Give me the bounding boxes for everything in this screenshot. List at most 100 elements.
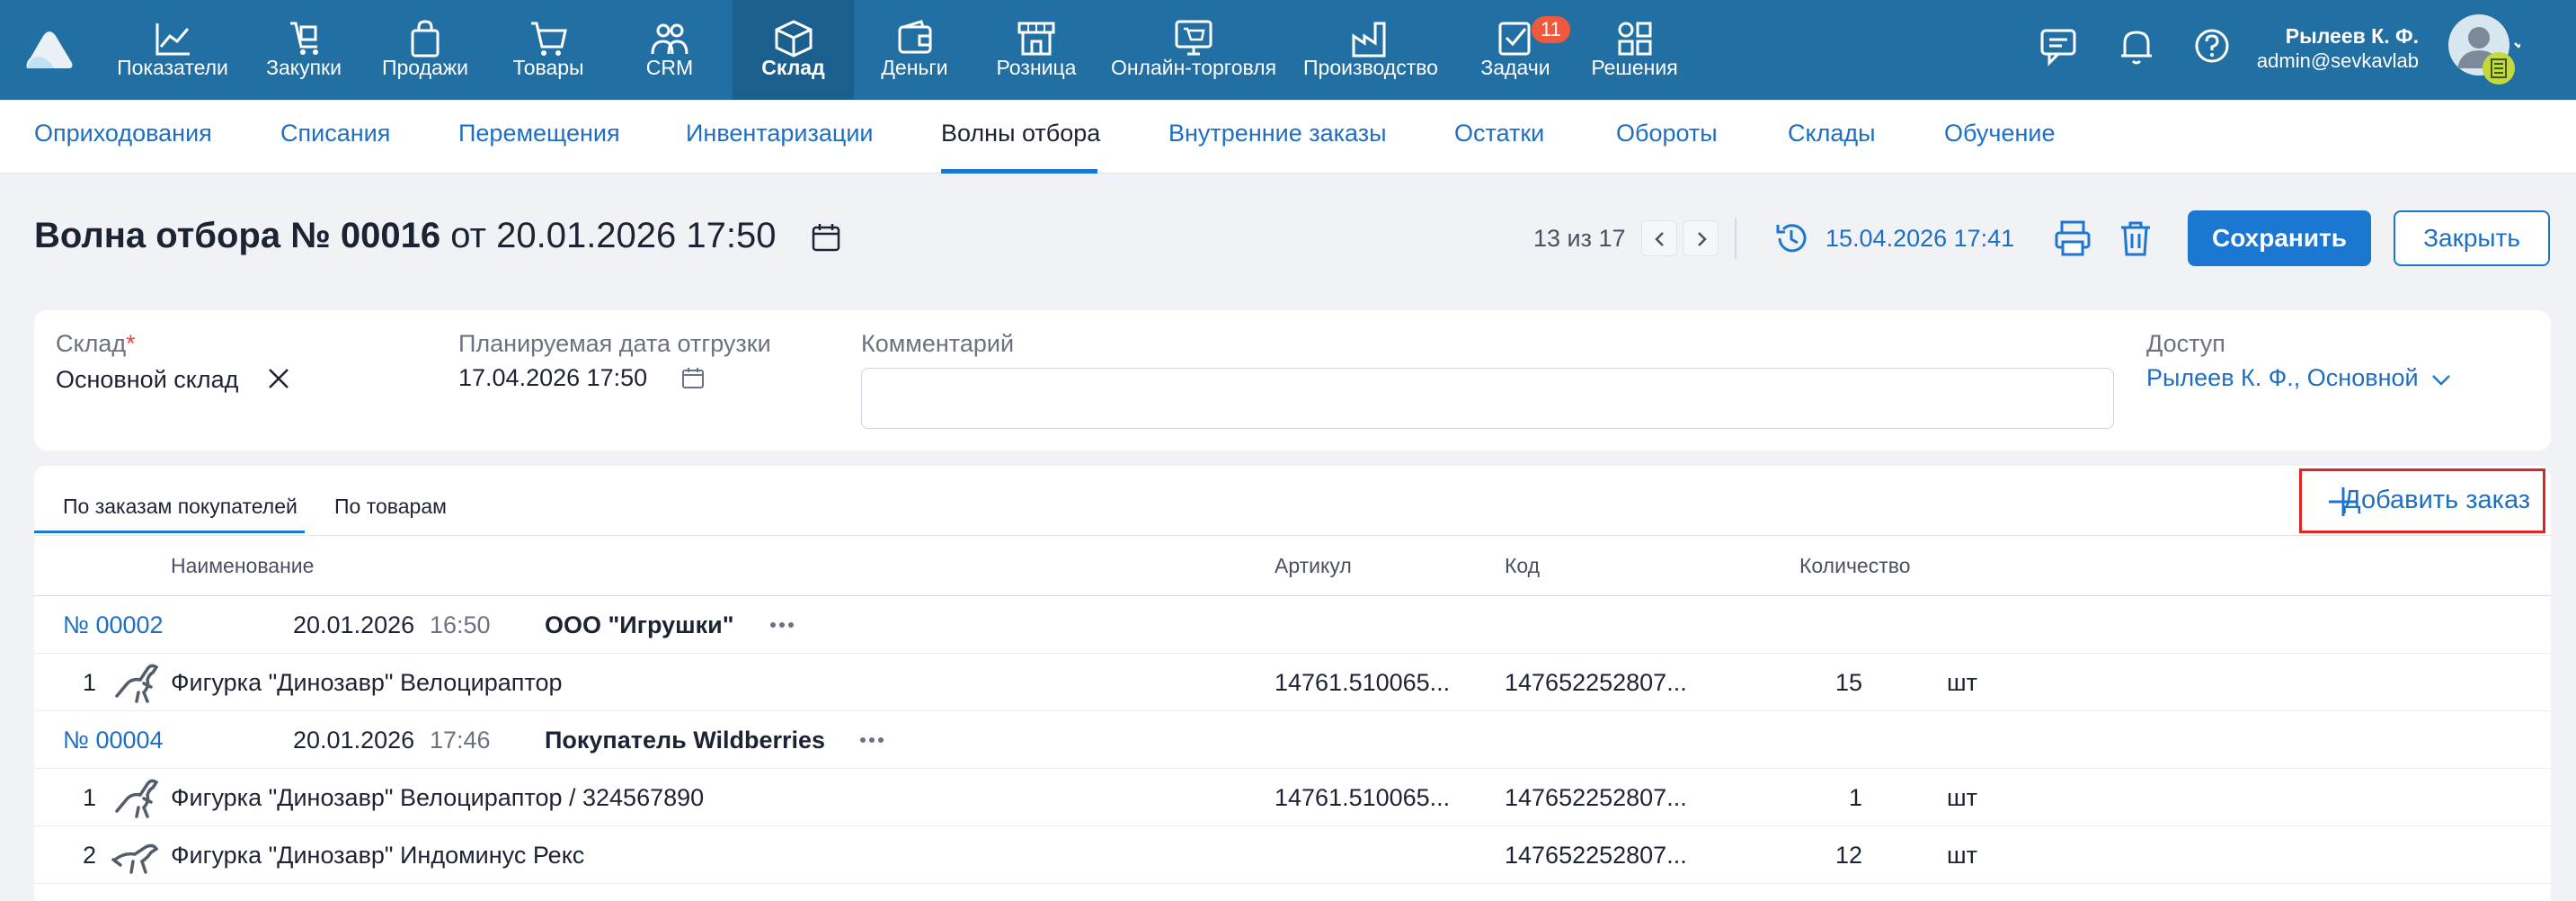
calendar-icon[interactable] [811,222,841,253]
title-from: от [450,216,486,255]
table-row[interactable]: 2 Фигурка "Динозавр" Индоминус Рекс 1476… [34,826,2551,884]
nav-label: Склад [761,56,825,79]
prev-document-button[interactable] [1641,220,1677,256]
ship-date-label: Планируемая дата отгрузки [458,330,771,357]
product-quantity[interactable]: 1 [1796,784,1862,812]
column-header-name[interactable]: Наименование [171,554,314,578]
nav-production[interactable]: Производство [1294,0,1447,100]
clear-icon[interactable] [266,366,291,391]
product-thumbnail [115,779,159,818]
product-name: Фигурка "Динозавр" Индоминус Рекс [171,842,585,869]
nav-solutions[interactable]: Решения [1578,0,1691,100]
chevron-down-icon [2432,374,2450,386]
product-code: 147652252807... [1505,784,1687,811]
nav-crm[interactable]: CRM [617,0,723,100]
required-mark: * [126,330,136,357]
save-button[interactable]: Сохранить [2188,210,2371,266]
product-thumbnail [115,664,159,703]
chevron-right-icon [1698,232,1707,246]
tab-warehouses[interactable]: Склады [1788,120,1876,147]
nav-online-trade[interactable]: Онлайн-торговля [1104,0,1284,100]
nav-label: Задачи [1480,56,1550,79]
nav-tasks[interactable]: Задачи 11 [1461,0,1570,100]
access-select[interactable]: Рылеев К. Ф., Основной [2146,364,2452,392]
more-icon[interactable] [769,620,795,630]
bell-icon[interactable] [2116,25,2157,67]
chart-icon [155,23,190,56]
comment-input[interactable] [861,368,2114,429]
tab-internal-orders[interactable]: Внутренние заказы [1168,120,1387,147]
nav-retail[interactable]: Розница [980,0,1093,100]
nav-label: Розница [996,56,1077,79]
tab-writeoffs[interactable]: Списания [280,120,390,147]
more-icon[interactable] [859,735,884,745]
product-unit: шт [1947,669,1978,696]
divider [1735,218,1737,259]
nav-label: Решения [1591,56,1678,79]
nav-label: Онлайн-торговля [1110,56,1277,79]
table-row[interactable]: 1 Фигурка "Динозавр" Велоцираптор / 3245… [34,769,2551,826]
tab-inventories[interactable]: Инвентаризации [686,120,874,147]
nav-purchases[interactable]: Закупки [252,0,356,100]
tab-transfers[interactable]: Перемещения [458,120,620,147]
tab-stock[interactable]: Остатки [1454,120,1544,147]
add-order-label[interactable]: Добавить заказ [2343,486,2530,515]
order-number-link[interactable]: № 00002 [63,611,164,639]
order-number-link[interactable]: № 00004 [63,727,164,754]
apps-icon [1618,22,1651,56]
warehouse-select[interactable]: Основной склад [56,366,238,394]
ship-date-field[interactable]: 17.04.2026 17:50 [458,364,647,392]
wallet-icon [898,20,931,54]
nav-label: CRM [645,56,694,79]
user-email: admin@sevkavlab [2256,49,2419,72]
trash-icon[interactable] [2118,219,2154,258]
row-index: 1 [83,669,97,696]
order-time: 16:50 [430,611,491,638]
product-article: 14761.510065... [1275,784,1451,811]
product-thumbnail [111,843,159,874]
tasks-count-badge: 11 [1532,16,1570,43]
close-button[interactable]: Закрыть [2394,210,2550,266]
chat-icon[interactable] [2039,25,2080,67]
app-logo-icon[interactable] [23,27,76,72]
tab-turnover[interactable]: Обороты [1616,120,1718,147]
column-header-code[interactable]: Код [1505,554,1540,578]
product-name: Фигурка "Динозавр" Велоцираптор / 324567… [171,784,705,811]
next-document-button[interactable] [1683,220,1719,256]
avatar[interactable] [2445,13,2520,88]
top-navigation-bar: Показатели Закупки Продажи Товары CRM Ск… [0,0,2576,100]
product-quantity[interactable]: 12 [1796,842,1862,870]
tab-by-goods[interactable]: По товарам [334,495,447,519]
order-customer: Покупатель Wildberries [545,727,826,754]
product-unit: шт [1947,842,1978,869]
product-name: Фигурка "Динозавр" Велоцираптор [171,669,563,696]
help-icon[interactable] [2191,25,2233,67]
column-header-quantity[interactable]: Количество [1799,554,1911,578]
nav-money[interactable]: Деньги [863,0,966,100]
nav-sales[interactable]: Продажи [369,0,482,100]
calendar-icon[interactable] [681,366,705,389]
table-row[interactable]: 1 Фигурка "Динозавр" Велоцираптор 14761.… [34,654,2551,711]
order-customer: ООО "Игрушки" [545,611,734,638]
tab-picking-waves[interactable]: Волны отбора [941,120,1100,147]
online-store-icon [1175,20,1212,56]
tasks-icon [1498,22,1531,56]
access-label: Доступ [2146,330,2225,357]
nav-indicators[interactable]: Показатели [106,0,239,100]
nav-goods[interactable]: Товары [494,0,602,100]
divider [34,535,2551,536]
document-fields-card: Склад* Основной склад Планируемая дата о… [34,310,2551,450]
active-tab-underline [941,169,1097,174]
column-header-article[interactable]: Артикул [1275,554,1352,578]
last-modified-date[interactable]: 15.04.2026 17:41 [1825,225,2014,253]
product-quantity[interactable]: 15 [1796,669,1862,697]
printer-icon[interactable] [2053,219,2092,258]
tab-by-orders[interactable]: По заказам покупателей [63,495,298,519]
document-date[interactable]: 20.01.2026 17:50 [496,216,776,255]
tab-learning[interactable]: Обучение [1944,120,2055,147]
history-icon[interactable] [1772,219,1810,257]
user-name[interactable]: Рылеев К. Ф. [2286,24,2419,49]
order-date: 20.01.2026 [293,611,415,638]
tab-receipts[interactable]: Оприходования [34,120,212,147]
nav-warehouse[interactable]: Склад [733,0,854,100]
